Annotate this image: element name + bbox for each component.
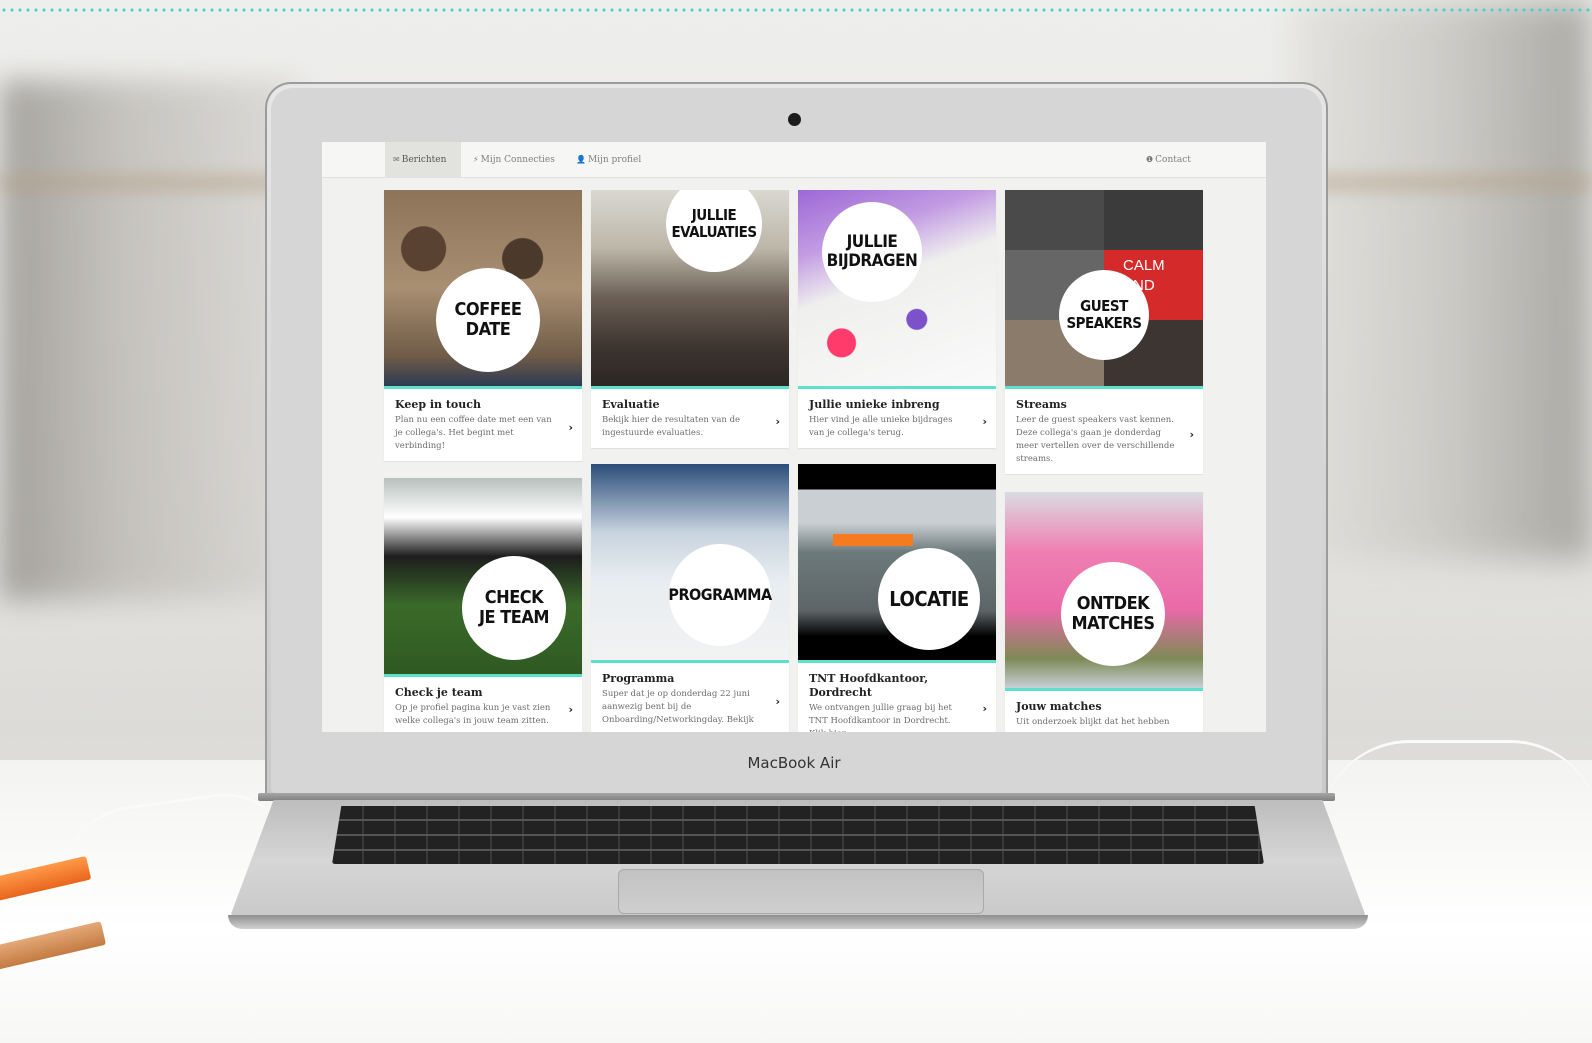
tile-title: Jullie unieke inbreng <box>809 398 940 411</box>
matches-photo: ONTDEK MATCHES <box>1005 492 1203 691</box>
laptop-base-edge <box>228 915 1368 929</box>
chevron-right-icon[interactable]: › <box>568 421 573 434</box>
tile-bijdragen[interactable]: JULLIE BIJDRAGEN Jullie unieke inbreng H… <box>798 190 996 449</box>
nav-item-contact[interactable]: ❶ Contact <box>1138 142 1199 178</box>
bolt-icon: ⚡ <box>473 155 479 164</box>
nav-label: Berichten <box>401 155 447 165</box>
location-photo: LOCATIE <box>798 464 996 663</box>
chevron-right-icon[interactable]: › <box>568 703 573 716</box>
tile-description: Uit onderzoek blijkt dat het hebben <box>1016 716 1170 727</box>
trackpad <box>618 869 984 914</box>
camera-icon <box>788 113 801 126</box>
contributions-photo: JULLIE BIJDRAGEN <box>798 190 996 389</box>
tile-description: Bekijk hier de resultaten van de ingestu… <box>602 414 741 438</box>
orange-banner <box>833 534 913 546</box>
tile-circle-label: PROGRAMMA <box>668 544 772 646</box>
tile-circle-label: COFFEE DATE <box>436 268 540 372</box>
tile-ontdek-matches[interactable]: ONTDEK MATCHES Jouw matches Uit onderzoe… <box>1005 492 1203 732</box>
cable-right <box>1320 740 1592 830</box>
tile-title: Jouw matches <box>1016 700 1102 713</box>
guest-speakers-photo: CALM AND BE GUEST SPEAKERS <box>1005 190 1203 389</box>
background-blur-right <box>1292 0 1592 560</box>
background-blur-left <box>0 80 300 600</box>
tile-description: We ontvangen jullie graag bij het TNT Ho… <box>809 702 952 733</box>
tile-description: Hier vind je alle unieke bijdrages van j… <box>809 414 953 438</box>
nav-item-mijn-profiel[interactable]: 👤 Mijn profiel <box>568 142 649 178</box>
tile-circle-label: LOCATIE <box>878 548 980 650</box>
tile-circle-label: GUEST SPEAKERS <box>1059 270 1149 360</box>
laptop-brand-label: MacBook Air <box>747 754 841 772</box>
dotted-rule <box>0 8 1592 12</box>
tile-programma[interactable]: PROGRAMMA Programma Super dat je op dond… <box>591 464 789 732</box>
tile-title: Streams <box>1016 398 1067 411</box>
nav-label: Mijn Connecties <box>480 155 555 165</box>
tile-circle-label: JULLIE BIJDRAGEN <box>822 202 922 302</box>
nav-label: Contact <box>1155 155 1191 165</box>
user-icon: 👤 <box>576 155 586 164</box>
envelope-icon: ✉ <box>393 155 400 164</box>
tile-circle-label: ONTDEK MATCHES <box>1061 562 1165 666</box>
keyboard <box>332 806 1264 864</box>
tile-locatie[interactable]: LOCATIE TNT Hoofdkantoor, Dordrecht We o… <box>798 464 996 732</box>
tile-check-je-team[interactable]: CHECK JE TEAM Check je team Op je profie… <box>384 478 582 732</box>
tile-evaluaties[interactable]: JULLIE EVALUATIES Evaluatie Bekijk hier … <box>591 190 789 449</box>
chevron-right-icon[interactable]: › <box>1189 428 1194 441</box>
tile-title: Check je team <box>395 686 483 699</box>
tile-circle-label: JULLIE EVALUATIES <box>666 190 762 272</box>
info-icon: ❶ <box>1146 155 1154 164</box>
tile-description: Super dat je op donderdag 22 juni aanwez… <box>602 688 754 726</box>
tile-description: Leer de guest speakers vast kennen. Deze… <box>1016 414 1175 465</box>
tile-title: Keep in touch <box>395 398 481 411</box>
tile-coffee-date[interactable]: COFFEE DATE Keep in touch Plan nu een co… <box>384 190 582 462</box>
nav-item-berichten[interactable]: ✉ Berichten <box>385 142 461 178</box>
tile-title: TNT Hoofdkantoor, Dordrecht <box>809 672 929 699</box>
top-navbar: ✉ Berichten ⚡ Mijn Connecties 👤 Mijn profie… <box>322 142 1266 178</box>
program-photo: PROGRAMMA <box>591 464 789 663</box>
laptop-screen: ✉ Berichten ⚡ Mijn Connecties 👤 Mijn profie… <box>322 142 1266 732</box>
coffee-photo: COFFEE DATE <box>384 190 582 389</box>
tile-description: Op je profiel pagina kun je vast zien we… <box>395 702 551 726</box>
tile-guest-speakers[interactable]: CALM AND BE GUEST SPEAKERS Streams Leer … <box>1005 190 1203 475</box>
tile-description: Plan nu een coffee date met een van je c… <box>395 414 552 452</box>
nav-item-mijn-connecties[interactable]: ⚡ Mijn Connecties <box>465 142 563 178</box>
tile-title: Evaluatie <box>602 398 660 411</box>
team-photo: CHECK JE TEAM <box>384 478 582 677</box>
laptop-hinge <box>258 793 1335 801</box>
tile-circle-label: CHECK JE TEAM <box>462 556 566 660</box>
chevron-right-icon[interactable]: › <box>982 702 987 715</box>
chevron-right-icon[interactable]: › <box>982 415 987 428</box>
chevron-right-icon[interactable]: › <box>775 415 780 428</box>
chevron-right-icon[interactable]: › <box>775 695 780 708</box>
nav-label: Mijn profiel <box>587 155 642 165</box>
evaluation-photo: JULLIE EVALUATIES <box>591 190 789 389</box>
tile-title: Programma <box>602 672 675 685</box>
